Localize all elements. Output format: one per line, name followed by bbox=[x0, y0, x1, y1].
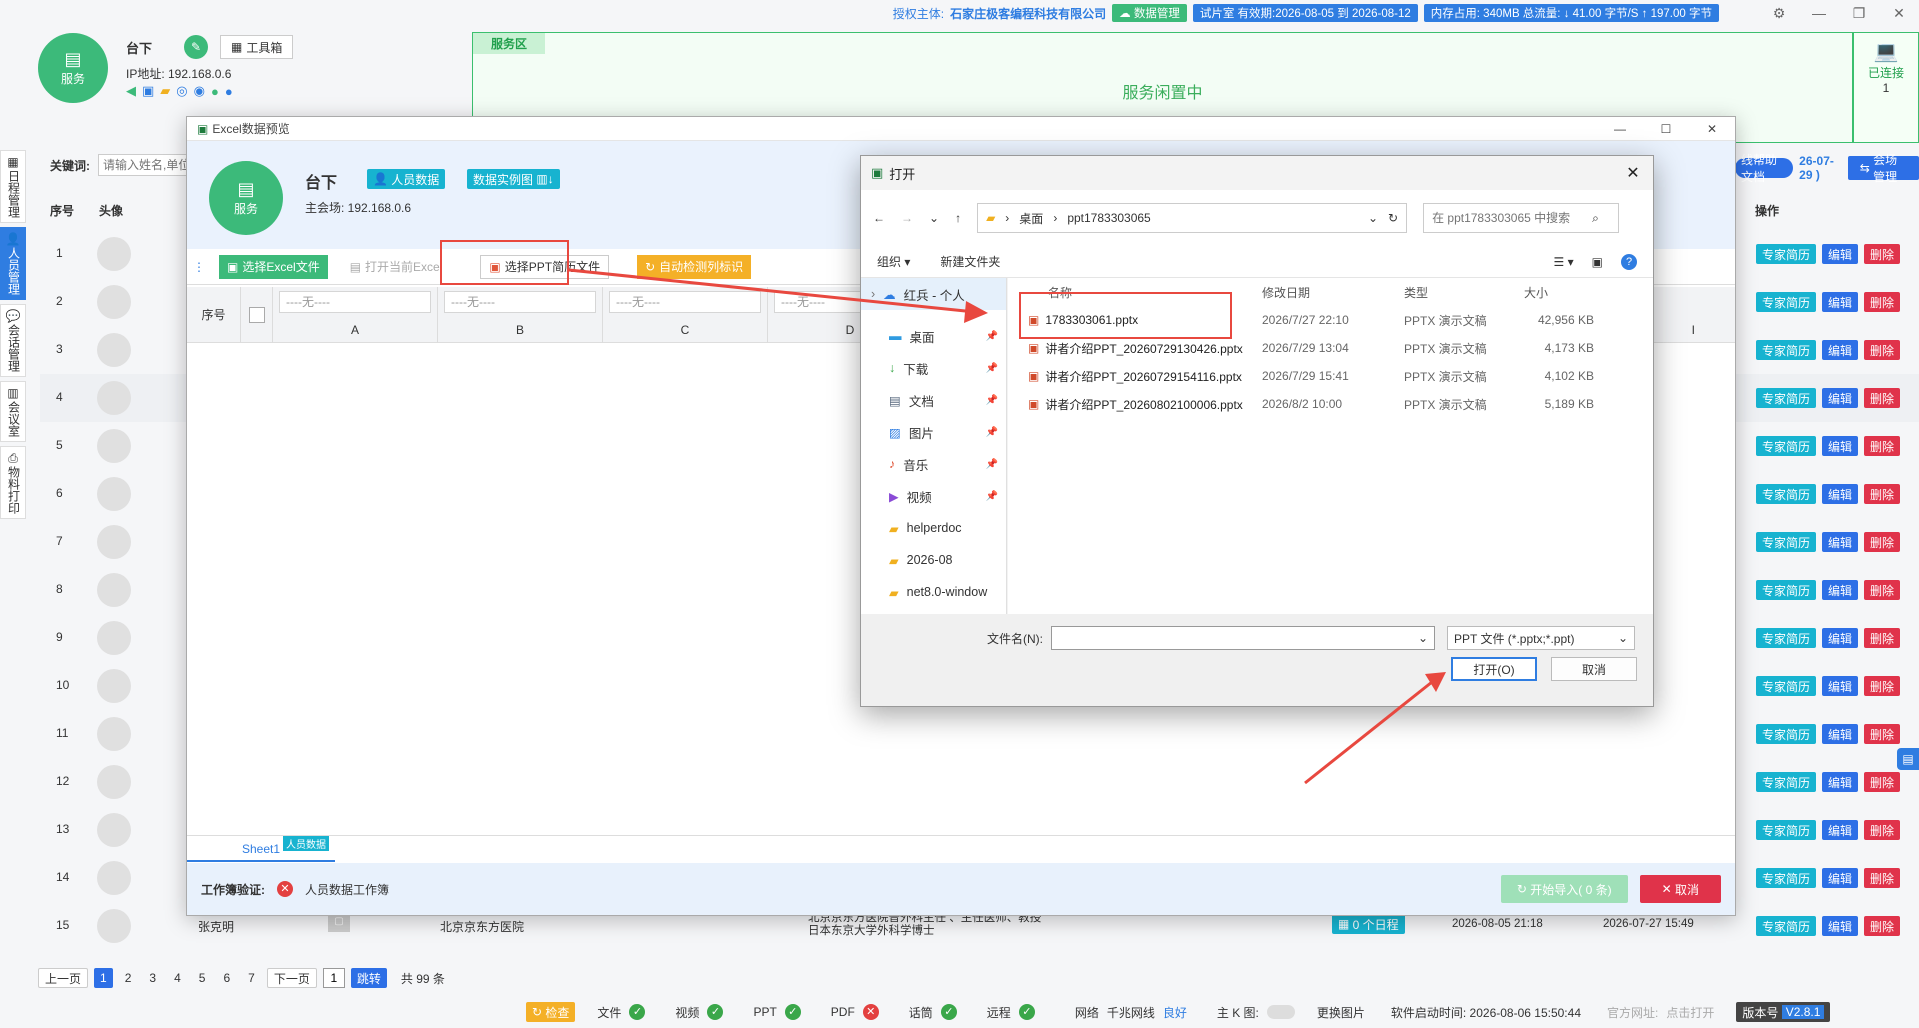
status-bar: ↻ 检查 文件 ✓ 视频 ✓ PPT ✓ PDF ✕ 话筒 ✓ 远程 ✓ 网络 千兆网线 良… bbox=[0, 996, 1919, 1028]
arrow-to-open bbox=[1304, 680, 1433, 785]
ppt-ok-icon: ✓ bbox=[784, 1004, 801, 1020]
status-remote: 远程 bbox=[986, 1005, 1011, 1020]
official-label: 官方网址: bbox=[1607, 1005, 1659, 1020]
start-time: 软件启动时间: 2026-08-06 15:50:44 bbox=[1390, 1005, 1581, 1020]
status-good: 良好 bbox=[1162, 1005, 1187, 1020]
file-ok-icon: ✓ bbox=[629, 1004, 646, 1020]
status-gigabit: 千兆网线 bbox=[1106, 1005, 1155, 1020]
main-k-toggle[interactable] bbox=[1266, 1005, 1295, 1019]
pdf-error-icon: ✕ bbox=[862, 1004, 879, 1020]
video-ok-icon: ✓ bbox=[707, 1004, 724, 1020]
annotation-arrows bbox=[568, 268, 1446, 785]
arrow-head-open bbox=[1425, 672, 1446, 692]
status-pdf: PDF bbox=[830, 1005, 855, 1019]
status-ppt: PPT bbox=[753, 1005, 777, 1019]
change-pic-button[interactable]: 更换图片 bbox=[1317, 1004, 1365, 1021]
arrow-to-file bbox=[568, 268, 976, 314]
status-video: 视频 bbox=[675, 1005, 700, 1020]
status-network: 网络 bbox=[1074, 1005, 1099, 1020]
status-talk: 话筒 bbox=[908, 1005, 933, 1020]
arrow-head-file bbox=[964, 301, 988, 323]
main-k-label: 主 K 图: bbox=[1216, 1005, 1259, 1020]
check-button[interactable]: ↻ 检查 bbox=[526, 1002, 576, 1022]
remote-ok-icon: ✓ bbox=[1018, 1004, 1035, 1020]
float-tool-icon[interactable]: ▤ bbox=[1897, 748, 1919, 770]
official-link[interactable]: 点击打开 bbox=[1666, 1004, 1714, 1021]
version-badge: 版本号 V2.8.1 bbox=[1736, 1002, 1831, 1022]
status-file: 文件 bbox=[597, 1005, 622, 1020]
talk-ok-icon: ✓ bbox=[940, 1004, 957, 1020]
